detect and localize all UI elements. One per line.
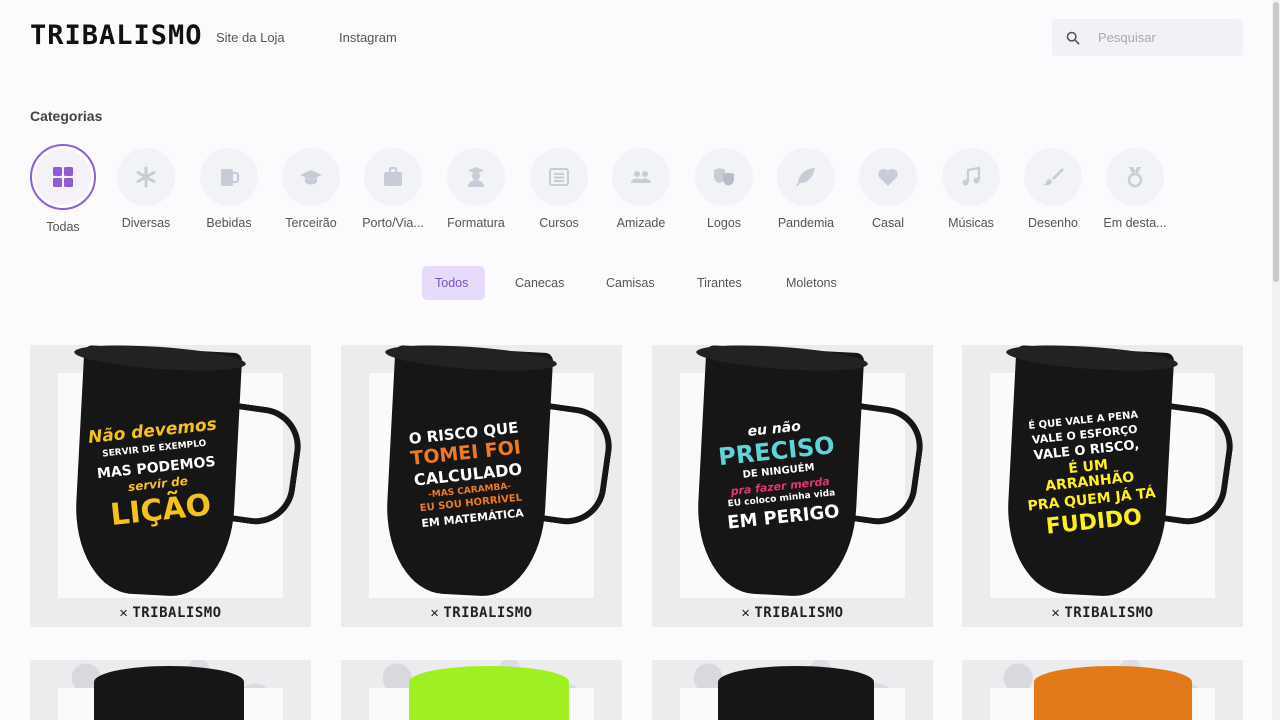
category-label: Músicas	[948, 216, 994, 230]
category-desenho[interactable]: Desenho	[1018, 144, 1088, 230]
tab-camisas[interactable]: Camisas	[594, 266, 667, 300]
nav-link-instagram[interactable]: Instagram	[339, 30, 397, 45]
category-cursos[interactable]: Cursos	[524, 144, 594, 230]
feather-icon	[796, 168, 815, 186]
tribal-logo-icon: ✕	[430, 605, 440, 621]
tribal-logo-icon: ✕	[1051, 605, 1061, 621]
tab-moletons[interactable]: Moletons	[774, 266, 849, 300]
list-icon	[549, 168, 569, 186]
tribal-logo-icon: ✕	[119, 605, 129, 621]
users-icon	[631, 171, 651, 183]
nav-link-site-da-loja[interactable]: Site da Loja	[216, 30, 285, 45]
music-note-icon	[962, 166, 981, 186]
category-logos[interactable]: Logos	[689, 144, 759, 230]
category-musicas[interactable]: Músicas	[936, 144, 1006, 230]
category-label: Pandemia	[777, 216, 835, 230]
category-label: Em desta...	[1103, 216, 1167, 230]
category-label: Todas	[46, 220, 80, 234]
category-label: Amizade	[616, 216, 666, 230]
mug-image	[1034, 666, 1192, 720]
categories-title: Categorias	[30, 108, 103, 124]
category-em-destaque[interactable]: Em desta...	[1100, 144, 1170, 230]
category-label: Formatura	[447, 216, 505, 230]
grid-icon	[53, 167, 73, 187]
page: TRIBALISMO Site da Loja Instagram Catego…	[0, 0, 1280, 720]
product-card[interactable]: O RISCO QUE TOMEI FOI CALCULADO -MAS CAR…	[341, 345, 622, 627]
scrollbar[interactable]	[1272, 0, 1280, 720]
category-label: Bebidas	[206, 216, 252, 230]
mug-image	[718, 666, 874, 720]
mug-image	[409, 666, 569, 720]
search-icon	[1066, 31, 1080, 44]
category-formatura[interactable]: Formatura	[441, 144, 511, 230]
suitcase-icon	[384, 167, 402, 186]
category-label: Logos	[706, 216, 742, 230]
category-label: Desenho	[1027, 216, 1079, 230]
category-porto-viagem[interactable]: Porto/Via...	[358, 144, 428, 230]
tribal-logo-icon: ✕	[741, 605, 751, 621]
medal-icon	[1127, 167, 1143, 188]
category-label: Casal	[872, 216, 904, 230]
phrase-line: FUDIDO	[1044, 505, 1144, 541]
brand-text: TRIBALISMO	[443, 605, 533, 621]
graduation-cap-icon	[300, 170, 322, 185]
tab-todos[interactable]: Todos	[422, 266, 485, 300]
product-brand: ✕ TRIBALISMO	[962, 605, 1243, 621]
category-label: Terceirão	[285, 216, 337, 230]
heart-icon	[878, 168, 898, 186]
category-casal[interactable]: Casal	[853, 144, 923, 230]
mug-phrase: O RISCO QUE TOMEI FOI CALCULADO -MAS CAR…	[394, 379, 542, 572]
category-terceirao[interactable]: Terceirão	[276, 144, 346, 230]
mug-phrase: eu não PRECISO DE NINGUÉM pra fazer merd…	[705, 379, 853, 572]
brand-text: TRIBALISMO	[132, 605, 222, 621]
search-box[interactable]	[1052, 19, 1243, 56]
tab-tirantes[interactable]: Tirantes	[685, 266, 754, 300]
header: TRIBALISMO Site da Loja Instagram	[0, 0, 1272, 76]
scrollbar-thumb[interactable]	[1273, 2, 1279, 282]
logo[interactable]: TRIBALISMO	[30, 20, 203, 51]
product-card[interactable]: eu não PRECISO DE NINGUÉM pra fazer merd…	[652, 345, 933, 627]
product-brand: ✕ TRIBALISMO	[652, 605, 933, 621]
product-brand: ✕ TRIBALISMO	[341, 605, 622, 621]
tab-canecas[interactable]: Canecas	[503, 266, 576, 300]
phrase-line: PRECISO	[716, 431, 836, 472]
product-brand: ✕ TRIBALISMO	[30, 605, 311, 621]
product-card[interactable]	[341, 660, 622, 720]
category-label: Porto/Via...	[362, 216, 424, 230]
search-input[interactable]	[1098, 30, 1228, 45]
category-diversas[interactable]: Diversas	[111, 144, 181, 230]
mug-phrase: É QUE VALE A PENA VALE O ESFORÇO VALE O …	[1015, 379, 1163, 572]
product-card[interactable]	[962, 660, 1243, 720]
brand-text: TRIBALISMO	[754, 605, 844, 621]
category-label: Cursos	[539, 216, 579, 230]
product-card[interactable]	[30, 660, 311, 720]
paint-brush-icon	[1043, 168, 1064, 186]
category-bebidas[interactable]: Bebidas	[194, 144, 264, 230]
brand-text: TRIBALISMO	[1064, 605, 1154, 621]
category-pandemia[interactable]: Pandemia	[771, 144, 841, 230]
phrase-line: LIÇÃO	[108, 487, 213, 534]
theater-mask-icon	[714, 168, 734, 186]
mug-image	[94, 666, 244, 720]
categories-row: Todas Diversas Bebidas Terceirão Porto/V…	[30, 144, 1190, 240]
category-label: Diversas	[121, 216, 171, 230]
product-card[interactable]	[652, 660, 933, 720]
graduate-user-icon	[468, 167, 484, 187]
beer-mug-icon	[221, 169, 240, 186]
category-amizade[interactable]: Amizade	[606, 144, 676, 230]
mug-phrase: Não devemos SERVIR DE EXEMPLO MAS PODEMO…	[83, 379, 231, 572]
product-card[interactable]: É QUE VALE A PENA VALE O ESFORÇO VALE O …	[962, 345, 1243, 627]
category-todas[interactable]: Todas	[28, 144, 98, 234]
asterisk-icon	[136, 166, 156, 188]
product-card[interactable]: Não devemos SERVIR DE EXEMPLO MAS PODEMO…	[30, 345, 311, 627]
